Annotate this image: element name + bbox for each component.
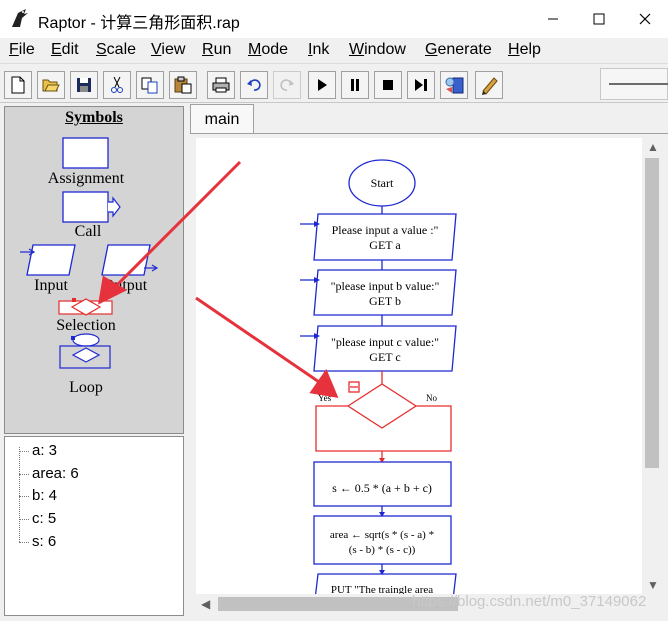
ink-button[interactable] <box>475 71 503 99</box>
menu-file[interactable]: File <box>9 41 35 59</box>
tab-main[interactable]: main <box>190 104 254 134</box>
print-button[interactable] <box>207 71 235 99</box>
input-a-box <box>313 213 457 261</box>
play-icon <box>318 79 327 91</box>
menu-view[interactable]: View <box>151 41 185 59</box>
vertical-scroll-thumb[interactable] <box>645 158 659 468</box>
assign-s-text: s ← 0.5 * (a + b + c) <box>332 481 432 495</box>
save-icon <box>77 78 91 92</box>
undo-button[interactable] <box>240 71 268 99</box>
selection-yes-label: Yes <box>318 393 332 403</box>
close-icon <box>639 13 651 25</box>
minimize-icon <box>548 18 558 20</box>
copy-button[interactable] <box>136 71 164 99</box>
flowchart-diagram: Start Please input a value :" GET a "ple… <box>300 159 457 594</box>
menu-window[interactable]: Window <box>349 41 406 59</box>
new-file-icon <box>11 76 25 94</box>
menu-ink[interactable]: Ink <box>308 41 329 59</box>
call-label: Call <box>74 223 102 240</box>
variables-panel: a: 3 area: 6 b: 4 c: 5 s: 6 <box>4 436 184 616</box>
cut-icon <box>111 76 123 93</box>
menu-help[interactable]: Help <box>508 41 541 59</box>
title-bar: Raptor - 计算三角形面积.rap <box>0 0 668 38</box>
assign-area-line1: area ← sqrt(s * (s - a) * <box>330 529 434 541</box>
pause-icon <box>351 79 359 91</box>
menu-run[interactable]: Run <box>202 41 231 59</box>
stop-button[interactable] <box>374 71 402 99</box>
paste-icon <box>174 76 192 94</box>
stop-icon <box>383 80 393 90</box>
menu-bar: File Edit Scale View Run Mode Ink Window… <box>0 38 668 64</box>
new-button[interactable] <box>4 71 32 99</box>
watermark-text: https://blog.csdn.net/m0_37149062 <box>412 593 647 610</box>
redo-button[interactable] <box>273 71 301 99</box>
window-title: Raptor - 计算三角形面积.rap <box>38 15 240 32</box>
test-server-button[interactable] <box>440 71 468 99</box>
selection-no-label: No <box>426 393 437 403</box>
zoom-slider[interactable] <box>600 68 668 100</box>
open-button[interactable] <box>37 71 65 99</box>
maximize-button[interactable] <box>576 0 622 38</box>
menu-generate[interactable]: Generate <box>425 41 492 59</box>
raptor-logo-icon <box>8 7 32 31</box>
save-button[interactable] <box>70 71 98 99</box>
scroll-left-icon[interactable]: ◀ <box>201 597 210 611</box>
selection-label: Selection <box>56 317 116 334</box>
ink-pen-icon <box>482 77 498 95</box>
input-b-get: GET b <box>369 294 401 308</box>
input-c-get: GET c <box>369 350 400 364</box>
execute-button[interactable] <box>308 71 336 99</box>
close-button[interactable] <box>622 0 668 38</box>
menu-mode[interactable]: Mode <box>248 41 288 59</box>
scroll-down-icon[interactable]: ▼ <box>647 578 659 592</box>
output-label: Output <box>102 277 148 294</box>
input-label: Input <box>34 277 68 294</box>
step-icon <box>415 79 427 91</box>
input-c-prompt: "please input c value:" <box>331 335 439 349</box>
paste-button[interactable] <box>169 71 197 99</box>
loop-label: Loop <box>69 379 103 396</box>
start-label: Start <box>371 176 394 190</box>
cut-button[interactable] <box>103 71 131 99</box>
toolbar <box>0 65 668 103</box>
input-b-prompt: "please input b value:" <box>331 279 440 293</box>
input-a-get: GET a <box>369 238 401 252</box>
print-icon <box>212 77 230 93</box>
assign-area-line2: (s - b) * (s - c)) <box>349 544 416 556</box>
redo-icon <box>280 79 294 91</box>
symbols-title: Symbols <box>65 109 123 126</box>
menu-scale[interactable]: Scale <box>96 41 136 59</box>
pause-button[interactable] <box>341 71 369 99</box>
vertical-scrollbar[interactable]: ▲ ▼ <box>642 138 662 594</box>
step-button[interactable] <box>407 71 435 99</box>
maximize-icon <box>593 13 605 25</box>
flowchart-canvas[interactable]: Start Please input a value :" GET a "ple… <box>196 138 642 594</box>
undo-icon <box>247 79 261 91</box>
open-folder-icon <box>42 79 60 92</box>
test-server-icon <box>445 77 464 94</box>
assignment-label: Assignment <box>47 170 125 187</box>
menu-edit[interactable]: Edit <box>51 41 79 59</box>
copy-icon <box>141 77 158 94</box>
minimize-button[interactable] <box>530 0 576 38</box>
scroll-up-icon[interactable]: ▲ <box>647 140 659 154</box>
input-a-prompt: Please input a value :" <box>332 223 439 237</box>
